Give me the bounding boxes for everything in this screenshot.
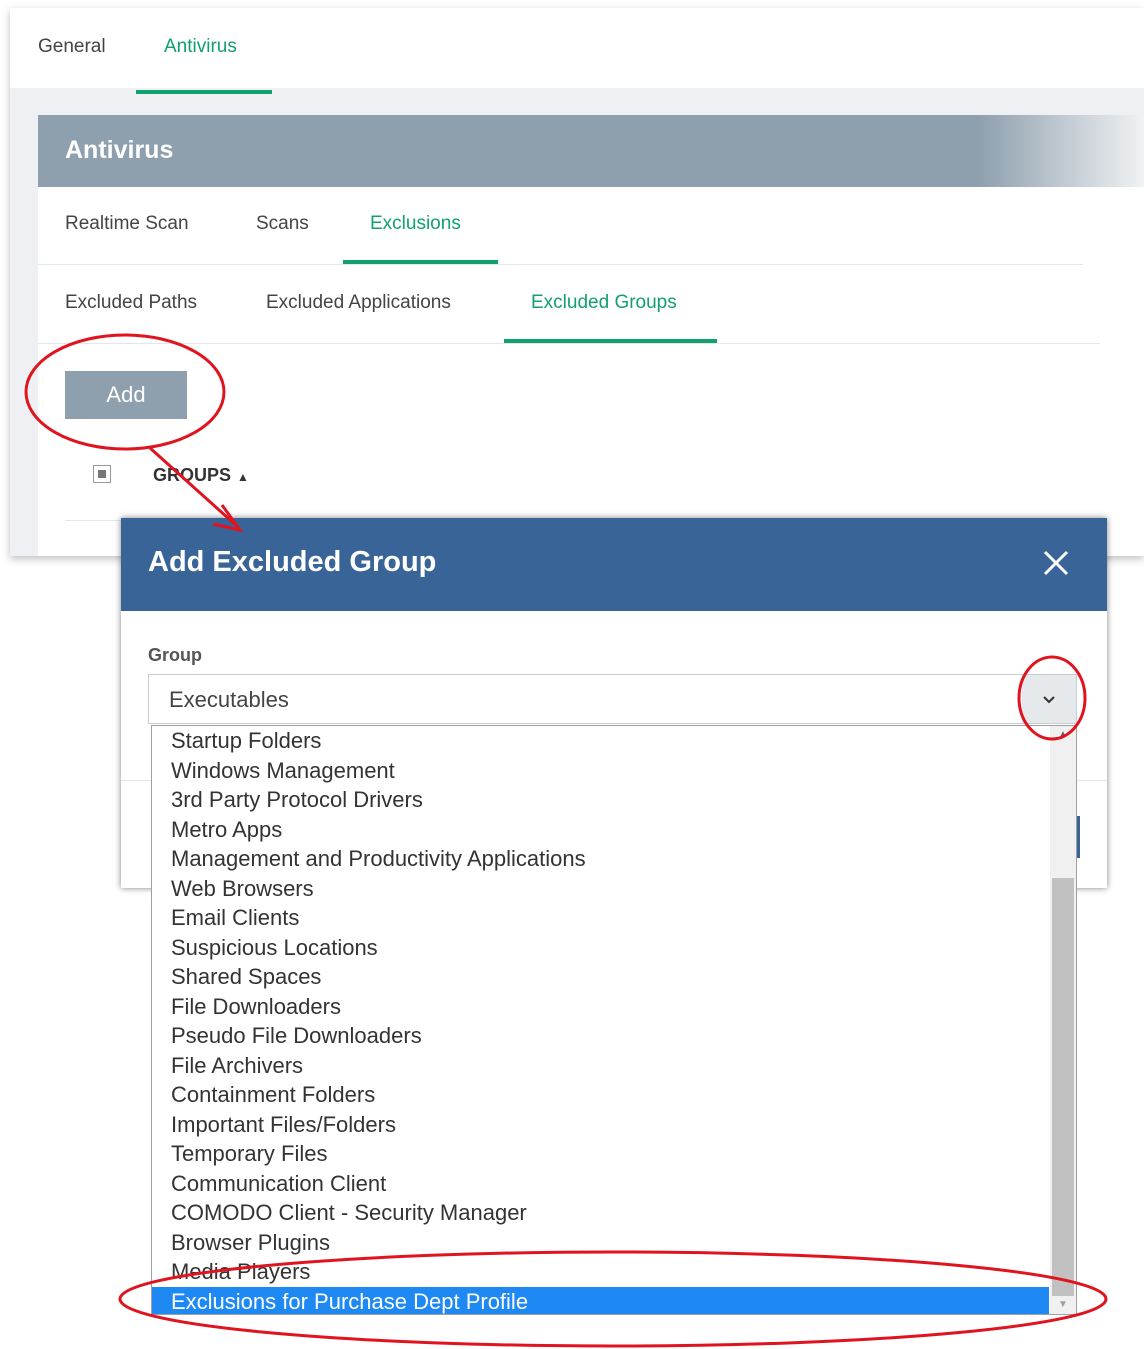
tab-antivirus[interactable]: Antivirus [164,36,237,58]
select-all-checkbox[interactable] [93,465,111,483]
chevron-down-icon [1043,696,1055,704]
subtab-excluded-paths[interactable]: Excluded Paths [65,292,197,314]
tab-divider [38,264,1083,265]
subtab-divider [38,343,1100,344]
option-item[interactable]: Shared Spaces [152,962,1049,992]
option-item[interactable]: Communication Client [152,1169,1049,1199]
option-item[interactable]: Web Browsers [152,874,1049,904]
option-item[interactable]: Windows Management [152,756,1049,786]
groups-column-header[interactable]: GROUPS ▲ [153,465,249,486]
tab-scans[interactable]: Scans [256,213,309,235]
option-item[interactable]: Startup Folders [152,726,1049,756]
option-item[interactable]: Browser Plugins [152,1228,1049,1258]
option-item[interactable]: File Archivers [152,1051,1049,1081]
option-item[interactable]: COMODO Client - Security Manager [152,1198,1049,1228]
group-options-list: Startup Folders Windows Management 3rd P… [151,725,1077,1315]
group-select-value: Executables [169,687,289,712]
group-field-label: Group [148,645,202,665]
sort-ascending-icon: ▲ [237,470,249,484]
option-item[interactable]: 3rd Party Protocol Drivers [152,785,1049,815]
add-button-label: Add [106,382,146,407]
option-item[interactable]: Pseudo File Downloaders [152,1021,1049,1051]
tab-realtime-scan[interactable]: Realtime Scan [65,213,189,235]
groups-header-label: GROUPS [153,465,232,485]
option-item[interactable]: Management and Productivity Applications [152,844,1049,874]
card-title: Antivirus [65,136,174,164]
active-tab-indicator [136,90,272,94]
option-item[interactable]: Media Players [152,1257,1049,1287]
option-item[interactable]: File Downloaders [152,992,1049,1022]
subtab-excluded-groups[interactable]: Excluded Groups [531,292,677,314]
dropdown-scrollbar[interactable]: ▲ ▼ [1050,726,1076,1314]
tab-general[interactable]: General [38,36,106,58]
option-item[interactable]: Suspicious Locations [152,933,1049,963]
top-tab-bar: General Antivirus [10,8,1144,94]
option-item-highlighted[interactable]: Exclusions for Purchase Dept Profile [152,1286,1049,1314]
close-icon[interactable] [1041,548,1071,578]
scroll-up-icon[interactable]: ▲ [1050,726,1076,744]
option-item[interactable]: Metro Apps [152,815,1049,845]
option-item[interactable]: Containment Folders [152,1080,1049,1110]
antivirus-card: Antivirus Realtime Scan Scans Exclusions… [38,115,1144,556]
dialog-header: Add Excluded Group [121,518,1107,611]
dialog-title: Add Excluded Group [148,546,437,578]
add-button[interactable]: Add [65,371,187,419]
dialog-footer-button-edge [1077,816,1080,858]
scroll-down-icon[interactable]: ▼ [1050,1296,1076,1314]
tab-exclusions[interactable]: Exclusions [370,213,461,235]
card-header: Antivirus [38,115,1144,187]
subtab-excluded-applications[interactable]: Excluded Applications [266,292,451,314]
dropdown-toggle-button[interactable] [1022,675,1076,723]
option-item[interactable]: Temporary Files [152,1139,1049,1169]
option-item[interactable]: Important Files/Folders [152,1110,1049,1140]
group-select[interactable]: Executables [148,674,1077,724]
scrollbar-thumb[interactable] [1052,878,1074,1296]
option-item[interactable]: Email Clients [152,903,1049,933]
